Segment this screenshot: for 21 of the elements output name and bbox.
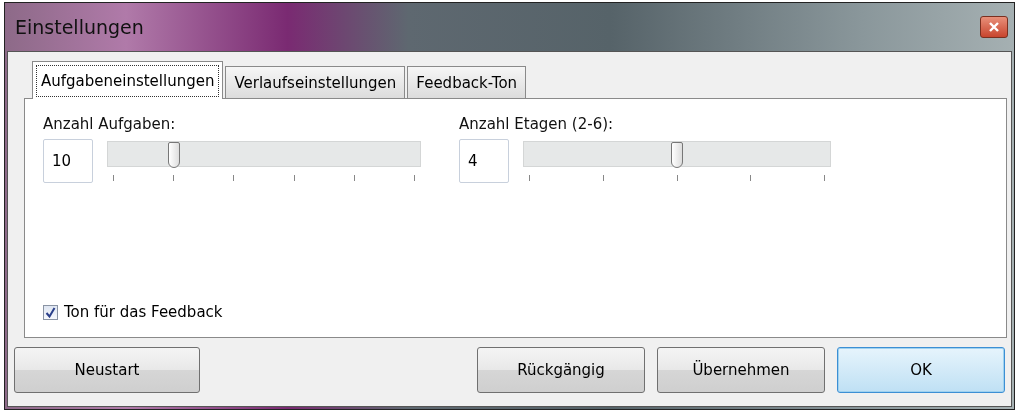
tab[interactable]: Verlaufseinstellungen xyxy=(225,66,406,98)
number-field[interactable]: 4 xyxy=(459,139,509,183)
dialog-button[interactable]: Übernehmen xyxy=(657,347,825,393)
dialog-button[interactable]: Rückgängig xyxy=(477,347,645,393)
slider-label: Anzahl Etagen (2-6): xyxy=(459,115,615,133)
checkbox-label: Ton für das Feedback xyxy=(64,303,223,321)
slider-thumb[interactable] xyxy=(168,142,180,168)
window-title: Einstellungen xyxy=(15,16,144,38)
slider-track[interactable] xyxy=(523,141,831,167)
checkbox[interactable] xyxy=(43,304,58,320)
number-field[interactable]: 10 xyxy=(43,139,93,183)
tab[interactable]: Feedback-Ton xyxy=(407,66,527,98)
close-button[interactable] xyxy=(980,16,1008,38)
close-icon xyxy=(988,22,1000,32)
dialog-button[interactable]: OK xyxy=(837,347,1005,393)
slider-label: Anzahl Aufgaben: xyxy=(43,115,177,133)
slider-thumb[interactable] xyxy=(671,142,683,168)
slider-track[interactable] xyxy=(107,141,421,167)
checkmark-icon xyxy=(45,306,56,318)
dialog-button[interactable]: Neustart xyxy=(14,347,200,393)
tab[interactable]: Aufgabeneinstellungen xyxy=(32,61,224,99)
